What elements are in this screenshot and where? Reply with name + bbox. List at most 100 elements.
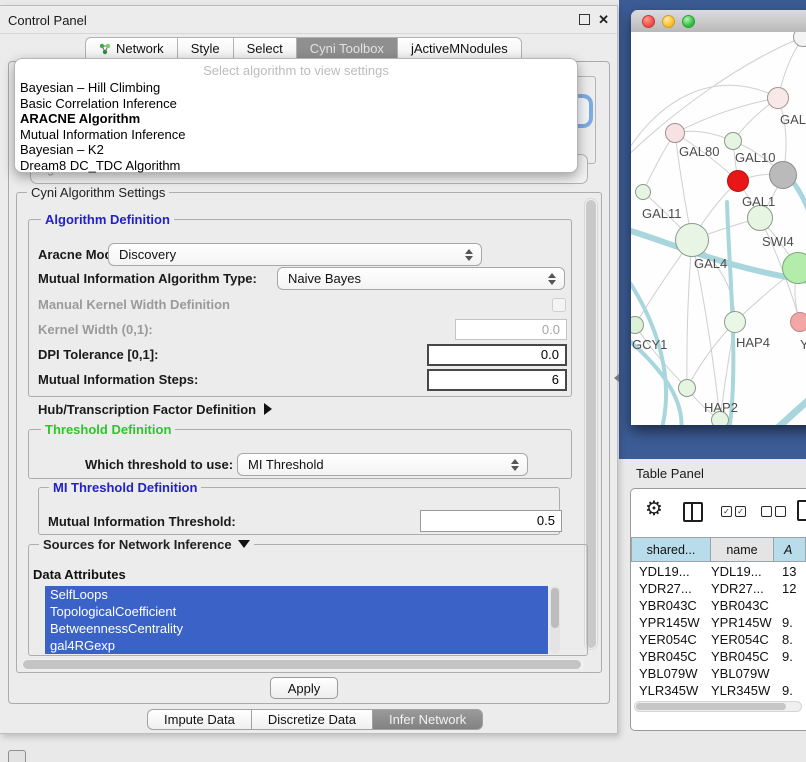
tab-impute-data[interactable]: Impute Data	[147, 709, 251, 730]
algorithm-option[interactable]: Dream8 DC_TDC Algorithm	[20, 158, 572, 174]
network-canvas[interactable]: GAL80GAL10GALGAL1GAL11SWI4GAL4GCY1HAP4YH…	[631, 32, 806, 425]
node-label: Y	[800, 337, 806, 352]
manual-kernel-checkbox[interactable]	[552, 298, 566, 312]
which-threshold-combo[interactable]: MI Threshold	[237, 453, 528, 476]
table-cell[interactable]: YDL19...	[631, 563, 711, 580]
tab-select[interactable]: Select	[233, 37, 296, 60]
minimized-panel-icon[interactable]	[8, 750, 26, 762]
table-cell[interactable]: 9.	[774, 682, 806, 699]
table-row[interactable]: YLR345WYLR345W9.	[631, 682, 806, 699]
node-label: GCY1	[632, 337, 667, 352]
node-top-pink[interactable]	[767, 87, 789, 109]
table-cell[interactable]: 9.	[774, 648, 806, 665]
table-cell[interactable]: YER054C	[711, 631, 774, 648]
attribute-item[interactable]: gal4RGexp	[45, 637, 548, 654]
table-row[interactable]: YPR145WYPR145W9.	[631, 614, 806, 631]
node-gal80[interactable]	[665, 123, 685, 143]
algorithm-option[interactable]: Bayesian – Hill Climbing	[20, 80, 572, 96]
zoom-traffic-light[interactable]	[682, 15, 695, 28]
tab-style[interactable]: Style	[177, 37, 233, 60]
column-header-name[interactable]: name	[711, 537, 774, 562]
node-swi4[interactable]	[782, 252, 806, 284]
unchecked-box-icon	[775, 506, 786, 517]
tab-discretize-data[interactable]: Discretize Data	[251, 709, 372, 730]
table-row[interactable]: YER054CYER054C8.	[631, 631, 806, 648]
data-attributes-list[interactable]: SelfLoopsTopologicalCoefficientBetweenne…	[45, 586, 548, 654]
hub-definition-toggle[interactable]: Hub/Transcription Factor Definition	[38, 402, 272, 417]
table-cell[interactable]: YER054C	[631, 631, 711, 648]
table-cell[interactable]: 13	[774, 563, 806, 580]
aracne-mode-combo[interactable]: Discovery	[108, 243, 482, 266]
algorithm-option[interactable]: Mutual Information Inference	[20, 127, 572, 143]
node-hap4[interactable]	[724, 311, 746, 333]
deselect-checkboxes-icon[interactable]	[761, 506, 786, 517]
table-cell[interactable]	[774, 665, 806, 682]
table-cell[interactable]: YBR045C	[711, 648, 774, 665]
node-red[interactable]	[727, 170, 749, 192]
table-horizontal-scrollbar[interactable]	[634, 701, 802, 712]
table-row[interactable]: YBR043CYBR043C	[631, 597, 806, 614]
dpi-tolerance-input[interactable]: 0.0	[427, 344, 567, 366]
scrollbar-thumb[interactable]	[636, 703, 786, 710]
table-cell[interactable]: YPR145W	[711, 614, 774, 631]
column-header-partial[interactable]: A	[774, 537, 806, 562]
network-window-titlebar[interactable]	[631, 10, 806, 33]
attribute-item[interactable]: TopologicalCoefficient	[45, 603, 548, 620]
attribute-item[interactable]: SelfLoops	[45, 586, 548, 603]
table-cell[interactable]: YDR27...	[631, 580, 711, 597]
network-icon	[99, 43, 111, 55]
table-cell[interactable]: YBL079W	[631, 665, 711, 682]
sources-toggle[interactable]: Sources for Network Inference	[39, 537, 254, 552]
minimize-traffic-light[interactable]	[662, 15, 675, 28]
mi-steps-input[interactable]: 6	[427, 369, 567, 391]
table-row[interactable]: YDR27...YDR27...12	[631, 580, 806, 597]
close-traffic-light[interactable]	[642, 15, 655, 28]
select-all-checkboxes-icon[interactable]: ✓ ✓	[721, 506, 746, 517]
apply-button[interactable]: Apply	[270, 677, 338, 699]
node-gal11[interactable]	[635, 184, 651, 200]
table-cell[interactable]: YBL079W	[711, 665, 774, 682]
mi-type-combo[interactable]: Naive Bayes	[277, 267, 565, 290]
table-cell[interactable]: YBR043C	[711, 597, 774, 614]
tab-infer-network[interactable]: Infer Network	[372, 709, 483, 730]
column-header-shared-name[interactable]: shared...	[631, 537, 711, 562]
table-cell[interactable]: 8.	[774, 631, 806, 648]
table-cell[interactable]: YDR27...	[711, 580, 774, 597]
node-gal10[interactable]	[724, 132, 742, 150]
table-cell[interactable]	[774, 597, 806, 614]
algorithm-option[interactable]: Basic Correlation Inference	[20, 96, 572, 112]
panel-splitter[interactable]	[614, 374, 619, 382]
node-gray[interactable]	[769, 161, 797, 189]
table-cell[interactable]: YLR345W	[711, 682, 774, 699]
scrollbar-thumb[interactable]	[23, 660, 581, 669]
tab-jactivemnodules[interactable]: jActiveMNodules	[397, 37, 522, 60]
scrollbar-thumb[interactable]	[551, 588, 559, 628]
node-hap2[interactable]	[678, 379, 696, 397]
tab-network[interactable]: Network	[85, 37, 177, 60]
table-cell[interactable]: 9.	[774, 614, 806, 631]
gear-icon[interactable]: ⚙	[645, 499, 663, 519]
table-cell[interactable]: YDL19...	[711, 563, 774, 580]
table-row[interactable]: YDL19...YDL19...13	[631, 563, 806, 580]
table-row[interactable]: YBL079WYBL079W	[631, 665, 806, 682]
close-icon[interactable]: ✕	[598, 12, 609, 28]
file-icon[interactable]	[797, 500, 806, 521]
algorithm-option[interactable]: ARACNE Algorithm	[20, 111, 572, 127]
settings-horizontal-scrollbar[interactable]	[22, 659, 584, 670]
tab-cyni-toolbox[interactable]: Cyni Toolbox	[296, 37, 397, 60]
table-row[interactable]: YBR045CYBR045C9.	[631, 648, 806, 665]
kernel-width-input[interactable]: 0.0	[455, 319, 567, 340]
float-window-icon[interactable]	[579, 14, 590, 25]
table-cell[interactable]: 12	[774, 580, 806, 597]
split-view-icon[interactable]	[683, 502, 703, 522]
node-salmon[interactable]	[790, 312, 806, 332]
table-cell[interactable]: YBR045C	[631, 648, 711, 665]
attribute-item[interactable]: BetweennessCentrality	[45, 620, 548, 637]
table-cell[interactable]: YBR043C	[631, 597, 711, 614]
mi-threshold-input[interactable]: 0.5	[420, 510, 562, 532]
algorithm-option[interactable]: Bayesian – K2	[20, 142, 572, 158]
table-cell[interactable]: YLR345W	[631, 682, 711, 699]
attributes-scrollbar[interactable]	[550, 586, 560, 654]
node-gal4[interactable]	[675, 223, 709, 257]
table-cell[interactable]: YPR145W	[631, 614, 711, 631]
